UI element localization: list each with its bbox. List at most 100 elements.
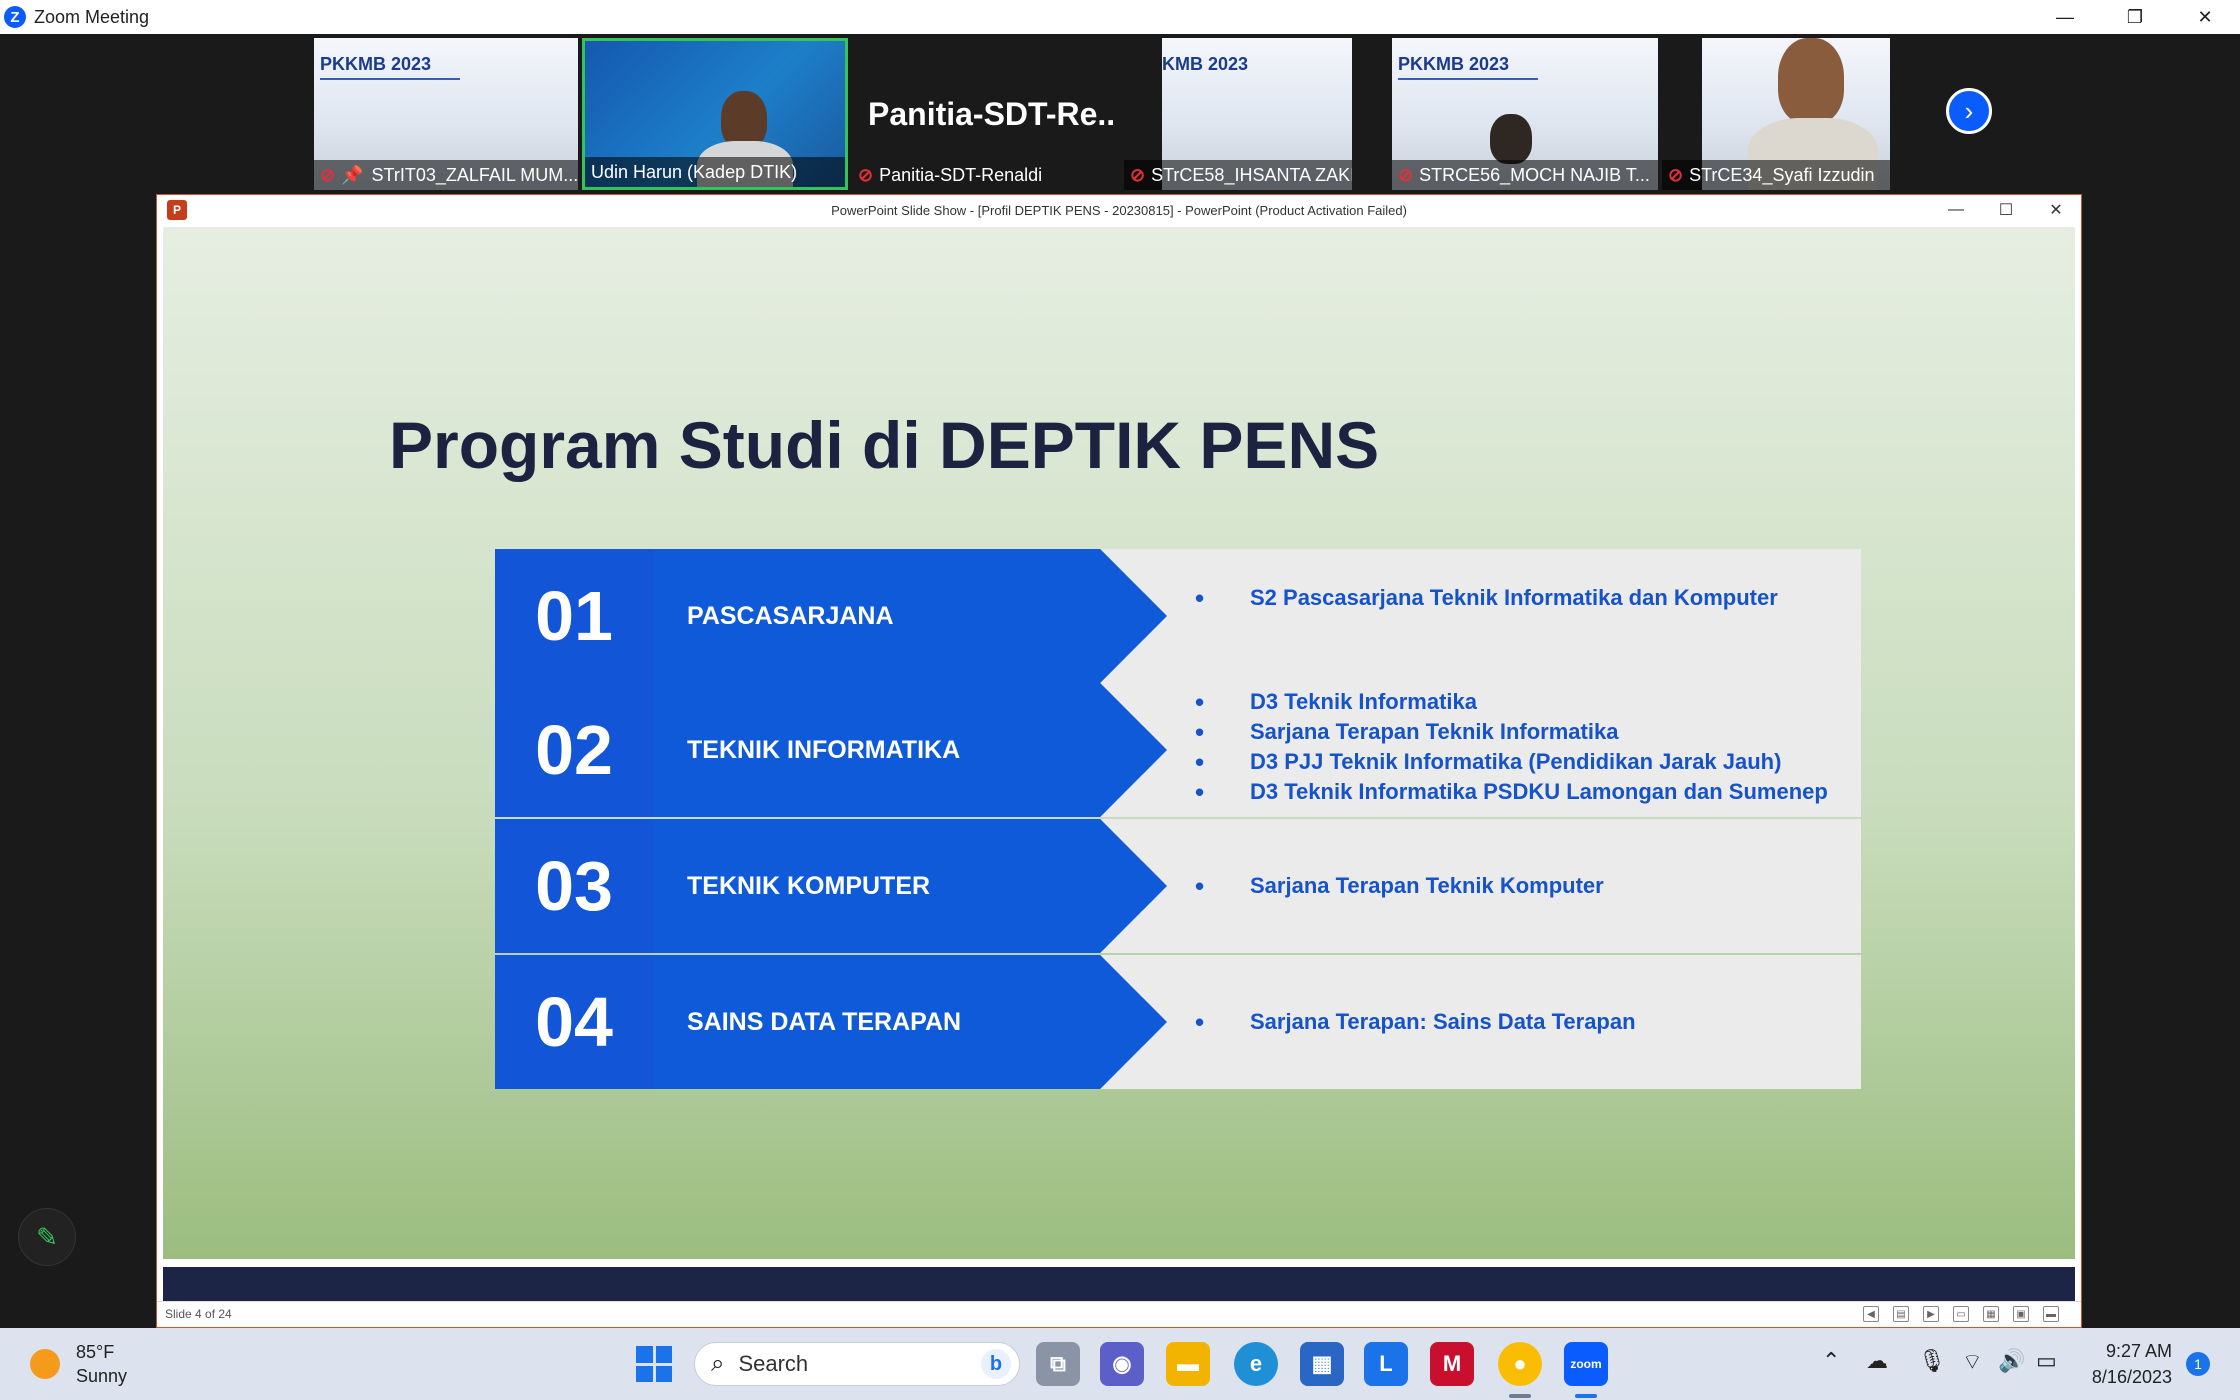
participant-tile[interactable]: PKKMB 2023 ⊘ 📌 STrIT03_ZALFAIL MUM...: [314, 38, 578, 190]
notification-badge[interactable]: 1: [2186, 1352, 2210, 1376]
participant-tile-active-speaker[interactable]: Udin Harun (Kadep DTIK): [582, 38, 848, 190]
chrome-icon[interactable]: ●: [1498, 1342, 1542, 1386]
slide-footer-band: [163, 1267, 2075, 1301]
onedrive-icon[interactable]: ☁: [1866, 1348, 1888, 1374]
muted-mic-icon: ⊘: [1398, 165, 1414, 185]
program-item: Sarjana Terapan Teknik Informatika: [1195, 717, 1828, 747]
chat-icon[interactable]: ◉: [1100, 1342, 1144, 1386]
ppt-close-button[interactable]: ✕: [2031, 195, 2081, 225]
window-title: Zoom Meeting: [34, 6, 150, 27]
participant-face: [1490, 114, 1532, 164]
running-app-indicator: [1509, 1394, 1531, 1398]
taskbar-search-box[interactable]: ⌕ Search b: [694, 1342, 1020, 1386]
weather-description: Sunny: [76, 1366, 128, 1386]
row-bullet-list: S2 Pascasarjana Teknik Informatika dan K…: [1195, 583, 1778, 613]
participant-tile[interactable]: PKKMB 2023 ⊘ STRCE56_MOCH NAJIB T...: [1392, 38, 1658, 190]
slide-canvas[interactable]: Program Studi di DEPTIK PENS 01 PASCASAR…: [163, 227, 2075, 1301]
clock-date: 8/16/2023: [2091, 1367, 2172, 1387]
row-bullet-list: Sarjana Terapan Teknik Komputer: [1195, 871, 1604, 901]
windows-start-icon[interactable]: [636, 1346, 672, 1382]
powerpoint-window-title: PowerPoint Slide Show - [Profil DEPTIK P…: [831, 202, 1407, 218]
zoom-taskbar-icon[interactable]: zoom: [1564, 1342, 1608, 1386]
program-item: D3 Teknik Informatika: [1195, 687, 1828, 717]
pin-icon: 📌: [341, 165, 364, 185]
slide-title: Program Studi di DEPTIK PENS: [389, 408, 1380, 482]
volume-icon[interactable]: 🔊: [1998, 1348, 2025, 1374]
participant-name-bar: ⊘ STRCE56_MOCH NAJIB T...: [1392, 160, 1658, 190]
slide-thumb-text: PKKMB 2023: [320, 54, 432, 74]
search-placeholder: Search: [738, 1351, 809, 1376]
reading-view-icon[interactable]: ▣: [2013, 1306, 2029, 1322]
muted-mic-icon: ⊘: [320, 165, 336, 185]
participant-name: STrCE34_Syafi Izzudin: [1689, 165, 1875, 185]
next-slide-icon[interactable]: ▶: [1923, 1306, 1939, 1322]
row-number: 01: [495, 549, 653, 683]
row-number: 03: [495, 819, 653, 953]
wifi-icon[interactable]: ⌔: [1962, 1348, 1983, 1376]
slideshow-status-bar: Slide 4 of 24 ◀ ▤ ▶ ▭ ▦ ▣ ▬: [157, 1301, 2081, 1327]
muted-mic-icon: ⊘: [1668, 165, 1684, 185]
zoom-titlebar: Z Zoom Meeting — ❐ ✕: [0, 0, 2240, 34]
mcafee-icon[interactable]: M: [1430, 1342, 1474, 1386]
close-button[interactable]: ✕: [2170, 0, 2240, 34]
microphone-icon[interactable]: 🎙: [1918, 1348, 1946, 1374]
slide-counter: Slide 4 of 24: [165, 1307, 232, 1321]
slide-thumb-line: [1398, 78, 1538, 100]
weather-widget[interactable]: 85°F Sunny: [30, 1340, 127, 1388]
participant-name-bar: ⊘ STrCE58_IHSANTA ZAKI: [1124, 160, 1352, 190]
bing-icon[interactable]: b: [981, 1349, 1011, 1379]
row-label: SAINS DATA TERAPAN: [687, 1008, 962, 1036]
participant-tile[interactable]: Panitia-SDT-Re... ⊘ Panitia-SDT-Renaldi: [852, 38, 1116, 190]
meeting-area: PKKMB 2023 ⊘ 📌 STrIT03_ZALFAIL MUM... Udin…: [0, 34, 2240, 1328]
participant-tile[interactable]: ⊘ STrCE34_Syafi Izzudin: [1662, 38, 1890, 190]
powerpoint-titlebar: P PowerPoint Slide Show - [Profil DEPTIK…: [157, 195, 2081, 225]
launcher-l-icon[interactable]: L: [1364, 1342, 1408, 1386]
window-controls: — ❐ ✕: [2030, 0, 2240, 34]
task-view-icon[interactable]: ⧉: [1036, 1342, 1080, 1386]
ppt-maximize-button[interactable]: ☐: [1981, 195, 2031, 225]
row-bullet-list: D3 Teknik Informatika Sarjana Terapan Te…: [1195, 687, 1828, 807]
previous-slide-icon[interactable]: ◀: [1863, 1306, 1879, 1322]
file-explorer-icon[interactable]: ▬: [1166, 1342, 1210, 1386]
clock-time: 9:27 AM: [2105, 1341, 2172, 1361]
program-item: D3 PJJ Teknik Informatika (Pendidikan Ja…: [1195, 747, 1828, 777]
slide-thumb-line: [320, 78, 460, 100]
program-item: Sarjana Terapan: Sains Data Terapan: [1195, 1007, 1636, 1037]
weather-temperature: 85°F: [76, 1342, 115, 1362]
muted-mic-icon: ⊘: [858, 165, 874, 185]
program-row: 02 TEKNIK INFORMATIKA D3 Teknik Informat…: [495, 683, 1861, 817]
slide-thumb-text: PKKMB 2023: [1398, 54, 1510, 74]
participant-name-bar: Udin Harun (Kadep DTIK): [585, 157, 845, 187]
edge-icon[interactable]: e: [1234, 1342, 1278, 1386]
row-label: PASCASARJANA: [687, 602, 894, 630]
participant-name-bar: ⊘ Panitia-SDT-Renaldi: [852, 160, 1116, 190]
program-item: Sarjana Terapan Teknik Komputer: [1195, 871, 1604, 901]
taskbar-clock[interactable]: 9:27 AM 8/16/2023: [2072, 1338, 2172, 1390]
slide-sorter-icon[interactable]: ▦: [1983, 1306, 1999, 1322]
participant-tile[interactable]: KMB 2023 ⊘ STrCE58_IHSANTA ZAKI: [1124, 38, 1352, 190]
participant-name-bar: ⊘ STrCE34_Syafi Izzudin: [1662, 160, 1890, 190]
participant-name: STrCE58_IHSANTA ZAKI: [1151, 165, 1352, 185]
row-bullet-list: Sarjana Terapan: Sains Data Terapan: [1195, 1007, 1636, 1037]
battery-icon[interactable]: ▭: [2036, 1348, 2057, 1374]
normal-view-icon[interactable]: ▭: [1953, 1306, 1969, 1322]
restore-button[interactable]: ❐: [2100, 0, 2170, 34]
ppt-minimize-button[interactable]: —: [1931, 195, 1981, 225]
row-number: 02: [495, 683, 653, 817]
chevron-right-icon[interactable]: ›: [1946, 88, 1992, 134]
minimize-button[interactable]: —: [2030, 0, 2100, 34]
menu-icon[interactable]: ▤: [1893, 1306, 1909, 1322]
program-item: D3 Teknik Informatika PSDKU Lamongan dan…: [1195, 777, 1828, 807]
chevron-up-icon[interactable]: ⌃: [1822, 1348, 1840, 1374]
active-app-indicator: [1575, 1394, 1597, 1398]
participant-name: Panitia-SDT-Renaldi: [879, 165, 1043, 185]
participant-face: [1778, 38, 1844, 124]
slideshow-view-icon[interactable]: ▬: [2043, 1306, 2059, 1322]
program-row: 04 SAINS DATA TERAPAN Sarjana Terapan: S…: [495, 955, 1861, 1089]
participant-name-bar: ⊘ 📌 STrIT03_ZALFAIL MUM...: [314, 160, 578, 190]
store-icon[interactable]: ▦: [1300, 1342, 1344, 1386]
pencil-icon[interactable]: ✎: [18, 1208, 76, 1266]
program-row: 03 TEKNIK KOMPUTER Sarjana Terapan Tekni…: [495, 819, 1861, 953]
row-label: TEKNIK INFORMATIKA: [687, 736, 961, 764]
participant-name: STRCE56_MOCH NAJIB T...: [1419, 165, 1650, 185]
